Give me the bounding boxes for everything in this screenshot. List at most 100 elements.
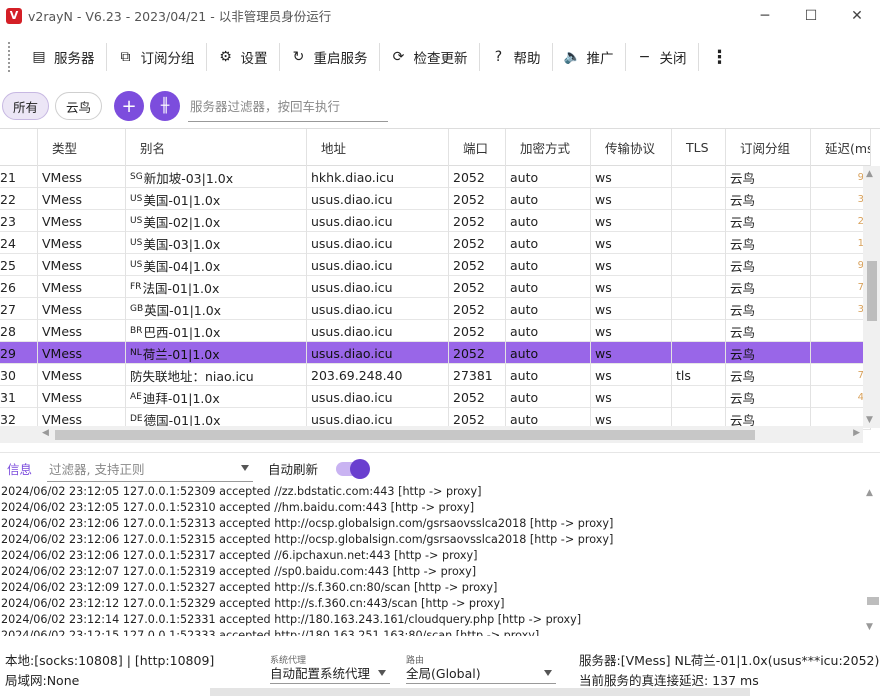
server-filter-input[interactable]: 服务器过滤器，按回车执行 <box>188 90 389 122</box>
toggle-knob <box>350 458 371 479</box>
routing-chevron-icon <box>544 670 552 676</box>
cell-address: hkhk.diao.icu <box>307 166 449 188</box>
toolbar-button-label: 检查更新 <box>413 51 468 67</box>
column-header-1[interactable]: 类型 <box>38 129 126 166</box>
cell-idx: 30 <box>0 364 38 386</box>
alias-text: 美国-03|1.0x <box>143 236 221 252</box>
cell-security: auto <box>506 254 591 276</box>
toolbar-button-restart[interactable]: ↻ 重启服务 <box>280 41 379 73</box>
flag-code: NL <box>130 348 142 358</box>
cell-address: usus.diao.icu <box>307 188 449 210</box>
bottom-strip <box>210 688 750 696</box>
log-filter-input[interactable]: 过滤器, 支持正则 <box>47 456 253 482</box>
cell-port: 27381 <box>449 364 506 386</box>
table-row[interactable]: 28 VMess BR 巴西-01|1.0x usus.diao.icu 2052 auto… <box>0 320 871 342</box>
maximize-button[interactable]: ☐ <box>788 0 834 31</box>
cell-tls: tls <box>672 364 726 386</box>
column-header-0[interactable] <box>0 129 38 166</box>
log-vertical-scrollbar[interactable]: ▲ ▼ <box>863 484 880 636</box>
cell-network: ws <box>591 342 672 364</box>
log-scroll-up-icon[interactable]: ▲ <box>866 488 873 498</box>
table-row[interactable]: 23 VMess US 美国-02|1.0x usus.diao.icu 2052 auto… <box>0 210 871 232</box>
chip-all[interactable]: 所有 <box>2 92 50 120</box>
cell-idx: 26 <box>0 276 38 298</box>
toolbar-button-label: 帮助 <box>513 51 541 67</box>
table-row[interactable]: 25 VMess US 美国-04|1.0x usus.diao.icu 2052 auto… <box>0 254 871 276</box>
routing-select[interactable]: 全局(Global) <box>406 662 556 684</box>
table-row[interactable]: 22 VMess US 美国-01|1.0x usus.diao.icu 2052 auto… <box>0 188 871 210</box>
column-header-8[interactable]: 订阅分组 <box>726 129 811 166</box>
table-row[interactable]: 21 VMess SG 新加坡-03|1.0x hkhk.diao.icu 2052 aut… <box>0 166 871 188</box>
cell-port: 2052 <box>449 386 506 408</box>
grid-vertical-scrollbar[interactable]: ▲ ▼ <box>863 166 880 428</box>
more-menu-icon[interactable]: ⋮ <box>699 41 741 73</box>
column-header-3[interactable]: 地址 <box>307 129 449 166</box>
add-server-button[interactable]: + <box>114 91 145 121</box>
minimize-button[interactable]: ─ <box>742 0 788 31</box>
chip-yunniao[interactable]: 云鸟 <box>55 92 103 120</box>
cell-alias: US 美国-04|1.0x <box>126 254 307 276</box>
tab-info[interactable]: 信息 <box>7 459 47 478</box>
scroll-down-icon[interactable]: ▼ <box>866 415 873 425</box>
grid-horizontal-thumb[interactable] <box>55 430 755 440</box>
cell-address: usus.diao.icu <box>307 342 449 364</box>
speed-test-button[interactable]: ╫ <box>150 91 181 121</box>
toolbar-button-subscription[interactable]: ⧉ 订阅分组 <box>107 41 206 73</box>
cell-network: ws <box>591 166 672 188</box>
cell-address: usus.diao.icu <box>307 386 449 408</box>
cell-idx: 22 <box>0 188 38 210</box>
log-filter-placeholder: 过滤器, 支持正则 <box>49 461 145 477</box>
column-header-5[interactable]: 加密方式 <box>506 129 591 166</box>
column-header-4[interactable]: 端口 <box>449 129 506 166</box>
toolbar-button-minus[interactable]: − 关闭 <box>626 41 698 73</box>
alias-text: 巴西-01|1.0x <box>143 324 221 340</box>
grid-horizontal-scrollbar[interactable]: ◀ ▶ <box>0 426 863 443</box>
scroll-left-icon[interactable]: ◀ <box>42 428 49 438</box>
toolbar-button-server[interactable]: ▤ 服务器 <box>20 41 106 73</box>
sysproxy-select[interactable]: 自动配置系统代理 <box>270 662 390 684</box>
cell-group: 云鸟 <box>726 364 811 386</box>
scroll-right-icon[interactable]: ▶ <box>853 428 860 438</box>
table-row[interactable]: 30 VMess 防失联地址：niao.icu 203.69.248.40 27381 a… <box>0 364 871 386</box>
cell-type: VMess <box>38 188 126 210</box>
cell-alias: GB 英国-01|1.0x <box>126 298 307 320</box>
table-row[interactable]: 31 VMess AE 迪拜-01|1.0x usus.diao.icu 2052 auto… <box>0 386 871 408</box>
cell-group: 云鸟 <box>726 342 811 364</box>
table-row[interactable]: 29 VMess NL 荷兰-01|1.0x usus.diao.icu 2052 auto… <box>0 342 871 364</box>
cell-idx: 25 <box>0 254 38 276</box>
chevron-down-icon[interactable] <box>241 464 249 471</box>
auto-refresh-label: 自动刷新 <box>268 462 319 477</box>
alias-text: 迪拜-01|1.0x <box>142 390 220 406</box>
table-row[interactable]: 27 VMess GB 英国-01|1.0x usus.diao.icu 2052 auto… <box>0 298 871 320</box>
table-row[interactable]: 24 VMess US 美国-03|1.0x usus.diao.icu 2052 auto… <box>0 232 871 254</box>
grid-header: 类型 别名 地址 端口 加密方式 传输协议 TLS 订阅分组 延迟(ms <box>0 129 871 166</box>
column-header-2[interactable]: 别名 <box>126 129 307 166</box>
toolbar-button-update[interactable]: ⟳ 检查更新 <box>380 41 479 73</box>
toolbar-button-gear[interactable]: ⚙ 设置 <box>207 41 279 73</box>
log-scroll-thumb[interactable] <box>867 597 879 605</box>
grid-vertical-thumb[interactable] <box>867 261 877 321</box>
toolbar-button-help[interactable]: ? 帮助 <box>480 41 552 73</box>
toolbar-button-speaker[interactable]: 🔈 推广 <box>553 41 625 73</box>
current-server: 服务器:[VMess] NL荷兰-01|1.0x(usus***icu:2052… <box>579 653 880 668</box>
scroll-up-icon[interactable]: ▲ <box>866 169 873 179</box>
cell-group: 云鸟 <box>726 298 811 320</box>
gear-icon: ⚙ <box>219 49 232 65</box>
alias-text: 英国-01|1.0x <box>144 302 222 318</box>
column-header-6[interactable]: 传输协议 <box>591 129 672 166</box>
cell-tls <box>672 298 726 320</box>
table-row[interactable]: 26 VMess FR 法国-01|1.0x usus.diao.icu 2052 auto… <box>0 276 871 298</box>
auto-refresh-toggle[interactable] <box>336 458 371 479</box>
cell-group: 云鸟 <box>726 386 811 408</box>
cell-type: VMess <box>38 364 126 386</box>
cell-network: ws <box>591 320 672 342</box>
title-bar: V v2rayN - V6.23 - 2023/04/21 - 以非管理员身份运… <box>0 0 880 31</box>
column-header-7[interactable]: TLS <box>672 129 726 166</box>
cell-network: ws <box>591 298 672 320</box>
log-line: 2024/06/02 23:12:06 127.0.0.1:52317 acce… <box>1 549 478 562</box>
cell-idx: 24 <box>0 232 38 254</box>
log-scroll-down-icon[interactable]: ▼ <box>866 622 873 632</box>
close-window-button[interactable]: ✕ <box>834 0 880 31</box>
column-header-9[interactable]: 延迟(ms <box>811 129 871 166</box>
cell-tls <box>672 166 726 188</box>
